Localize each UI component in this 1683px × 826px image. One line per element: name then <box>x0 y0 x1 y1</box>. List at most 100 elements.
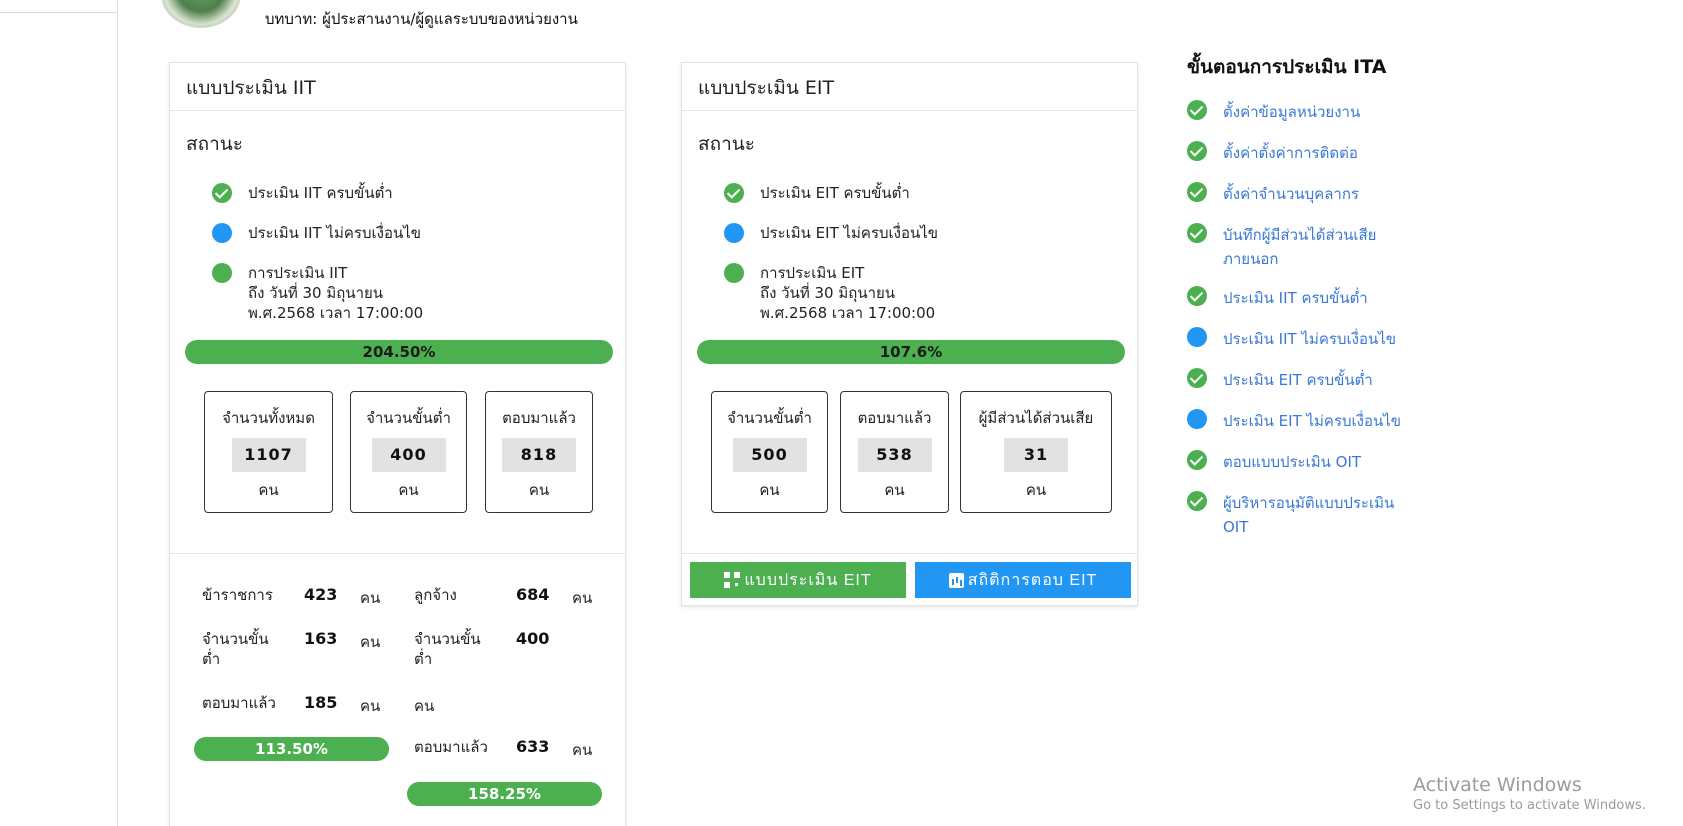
employee-count-unit: คน <box>572 589 593 607</box>
iit-box-answered-unit: คน <box>528 481 550 499</box>
iit-box-min-value: 400 <box>371 438 446 472</box>
check-circle-icon <box>1187 286 1207 306</box>
step-label: ประเมิน IIT ครบขั้นต่ำ <box>1223 289 1368 307</box>
check-circle-icon <box>1187 223 1207 243</box>
green-dot-icon <box>724 263 744 283</box>
eit-status-not-met-text: ประเมิน EIT ไม่ครบเงื่อนไข <box>760 224 939 242</box>
bar-chart-icon <box>948 572 964 588</box>
check-circle-icon <box>1187 368 1207 388</box>
step-oit-answer[interactable]: ตอบแบบประเมิน OIT <box>1187 450 1403 474</box>
iit-deadline-line1: การประเมิน IIT <box>248 264 348 282</box>
step-label-line1: บันทึกผู้มีส่วนได้ส่วนเสีย <box>1223 226 1377 244</box>
user-role: บทบาท: ผู้ประสานงาน/ผู้ดูแลระบบของหน่วยง… <box>265 10 578 28</box>
sidebar <box>0 0 118 826</box>
iit-status-min-reached: ประเมิน IIT ครบขั้นต่ำ <box>212 183 393 203</box>
civil-servant-count-unit: คน <box>360 589 381 607</box>
eit-box-min: จำนวนขั้นต่ำ 500 คน <box>711 391 828 513</box>
eit-box-stakeholders-value: 31 <box>1004 438 1068 472</box>
employee-answered-label: ตอบมาแล้ว <box>414 738 488 756</box>
civil-servant-min-unit: คน <box>360 633 381 651</box>
blue-dot-icon <box>1187 409 1207 429</box>
step-label: ตั้งค่าจำนวนบุคลากร <box>1223 185 1359 203</box>
civil-servant-answered-unit: คน <box>360 697 381 715</box>
eit-box-stakeholders: ผู้มีส่วนได้ส่วนเสีย 31 คน <box>960 391 1112 513</box>
civil-servant-progress-bar: 113.50% <box>194 737 389 761</box>
ita-steps-title: ขั้นตอนการประเมิน ITA <box>1187 56 1387 78</box>
eit-box-min-label: จำนวนขั้นต่ำ <box>727 409 812 427</box>
step-eit-min-reached[interactable]: ประเมิน EIT ครบขั้นต่ำ <box>1187 368 1403 392</box>
eit-box-min-unit: คน <box>759 481 780 499</box>
qr-code-icon <box>724 572 741 588</box>
step-eit-not-met[interactable]: ประเมิน EIT ไม่ครบเงื่อนไข <box>1187 409 1403 433</box>
ita-steps: ขั้นตอนการประเมิน ITA ตั้งค่าข้อมูลหน่วย… <box>1187 52 1417 536</box>
step-oit-approval[interactable]: ผู้บริหารอนุมัติแบบประเมิน OIT <box>1187 491 1403 539</box>
step-external-stakeholders[interactable]: บันทึกผู้มีส่วนได้ส่วนเสีย ภายนอก <box>1187 223 1403 271</box>
eit-status-title: สถานะ <box>698 133 755 155</box>
civil-servant-min-label-line1: จำนวนขั้น <box>202 630 269 648</box>
check-circle-icon <box>1187 182 1207 202</box>
step-label: ตอบแบบประเมิน OIT <box>1223 453 1362 471</box>
watermark-title: Activate Windows <box>1413 774 1582 796</box>
eit-stats-button[interactable]: สถิติการตอบ EIT <box>915 562 1131 598</box>
civil-servant-min: 163 <box>304 629 338 648</box>
iit-status-min-reached-text: ประเมิน IIT ครบขั้นต่ำ <box>248 184 393 202</box>
iit-box-min: จำนวนขั้นต่ำ 400 คน <box>350 391 467 513</box>
step-label: บันทึกผู้มีส่วนได้ส่วนเสีย ภายนอก <box>1223 223 1403 271</box>
step-iit-min-reached[interactable]: ประเมิน IIT ครบขั้นต่ำ <box>1187 286 1403 310</box>
eit-progress-label: 107.6% <box>879 343 943 361</box>
eit-progress-bar: 107.6% <box>697 340 1125 364</box>
iit-status-title: สถานะ <box>186 133 243 155</box>
civil-servant-answered-label: ตอบมาแล้ว <box>202 694 276 712</box>
civil-servant-min-label: จำนวนขั้น ต่ำ <box>202 629 269 669</box>
eit-status-min-reached-text: ประเมิน EIT ครบขั้นต่ำ <box>760 184 910 202</box>
step-label-line2: ภายนอก <box>1223 250 1279 268</box>
check-circle-icon <box>724 183 744 203</box>
employee-progress-label: 158.25% <box>468 785 541 803</box>
eit-deadline-line2: ถึง วันที่ 30 มิถุนายน <box>760 284 896 302</box>
employee-answered-unit: คน <box>572 741 593 759</box>
step-label: ตั้งค่าข้อมูลหน่วยงาน <box>1223 103 1361 121</box>
eit-box-answered-unit: คน <box>884 481 905 499</box>
iit-box-total-label: จำนวนทั้งหมด <box>222 409 315 427</box>
green-dot-icon <box>212 263 232 283</box>
employee-min: 400 <box>516 629 550 648</box>
eit-status-deadline: การประเมิน EIT ถึง วันที่ 30 มิถุนายน พ.… <box>724 263 935 323</box>
iit-deadline-line3: พ.ศ.2568 เวลา 17:00:00 <box>248 304 424 322</box>
step-personnel-count[interactable]: ตั้งค่าจำนวนบุคลากร <box>1187 182 1403 206</box>
eit-form-button-label: แบบประเมิน EIT <box>744 571 872 589</box>
eit-deadline-line1: การประเมิน EIT <box>760 264 865 282</box>
iit-box-answered: ตอบมาแล้ว 818 คน <box>485 391 593 513</box>
step-agency-info[interactable]: ตั้งค่าข้อมูลหน่วยงาน <box>1187 100 1403 124</box>
employee-min-label: จำนวนขั้น ต่ำ <box>414 629 481 669</box>
step-label: ประเมิน IIT ไม่ครบเงื่อนไข <box>1223 330 1397 348</box>
iit-status-not-met-text: ประเมิน IIT ไม่ครบเงื่อนไข <box>248 224 422 242</box>
sidebar-divider <box>0 12 117 13</box>
iit-box-total-value: 1107 <box>231 438 306 472</box>
eit-actions-divider <box>682 553 1137 554</box>
iit-box-answered-label: ตอบมาแล้ว <box>502 409 576 427</box>
step-contact-settings[interactable]: ตั้งค่าตั้งค่าการติดต่อ <box>1187 141 1403 165</box>
civil-servant-label: ข้าราชการ <box>202 586 273 604</box>
civil-servant-answered: 185 <box>304 693 338 712</box>
eit-card-title: แบบประเมิน EIT <box>682 63 1137 111</box>
civil-servant-progress-label: 113.50% <box>255 740 328 758</box>
eit-box-stakeholders-label: ผู้มีส่วนได้ส่วนเสีย <box>978 409 1094 427</box>
step-label-line1: ผู้บริหารอนุมัติแบบประเมิน <box>1223 494 1395 512</box>
iit-box-total-unit: คน <box>258 481 279 499</box>
eit-box-answered: ตอบมาแล้ว 538 คน <box>840 391 949 513</box>
step-iit-not-met[interactable]: ประเมิน IIT ไม่ครบเงื่อนไข <box>1187 327 1403 351</box>
iit-deadline-line2: ถึง วันที่ 30 มิถุนายน <box>248 284 384 302</box>
step-label: ตั้งค่าตั้งค่าการติดต่อ <box>1223 144 1358 162</box>
iit-status-deadline: การประเมิน IIT ถึง วันที่ 30 มิถุนายน พ.… <box>212 263 423 323</box>
eit-form-button[interactable]: แบบประเมิน EIT <box>690 562 906 598</box>
step-label: ประเมิน EIT ครบขั้นต่ำ <box>1223 371 1373 389</box>
iit-card-title: แบบประเมิน IIT <box>170 63 625 111</box>
blue-dot-icon <box>212 223 232 243</box>
blue-dot-icon <box>724 223 744 243</box>
iit-box-answered-value: 818 <box>502 438 576 472</box>
employee-min-unit: คน <box>414 697 435 715</box>
eit-box-min-value: 500 <box>732 438 807 472</box>
step-label: ประเมิน EIT ไม่ครบเงื่อนไข <box>1223 412 1402 430</box>
iit-status-not-met: ประเมิน IIT ไม่ครบเงื่อนไข <box>212 223 421 243</box>
employee-count: 684 <box>516 585 550 604</box>
